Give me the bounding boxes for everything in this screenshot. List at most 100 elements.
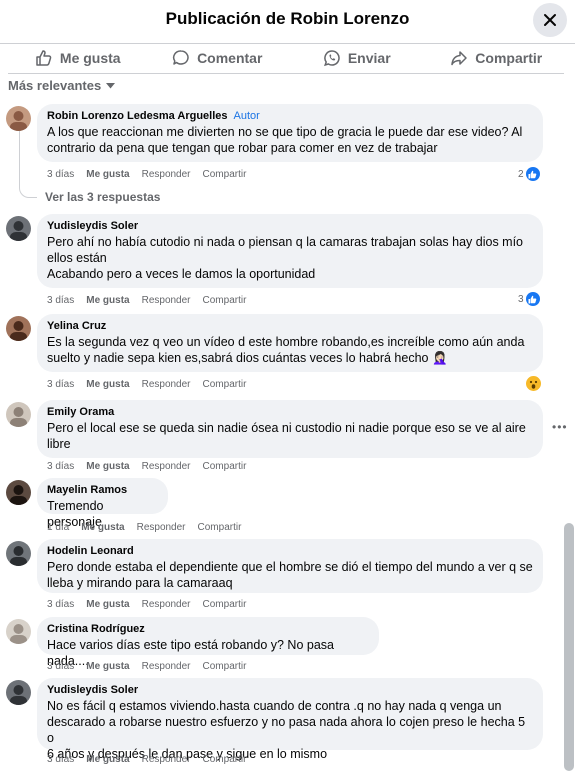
comment-text-line: Pero ahí no había cutodio ni nada o pien… bbox=[47, 235, 524, 249]
comment-author[interactable]: Robin Lorenzo Ledesma Arguelles Autor bbox=[47, 109, 533, 124]
comment-text-line: ellos están bbox=[47, 251, 107, 265]
comment-share-button[interactable]: Compartir bbox=[203, 295, 247, 306]
comment-text-line: libre bbox=[47, 437, 71, 451]
comment-author[interactable]: Yelina Cruz bbox=[47, 319, 533, 334]
view-replies-link[interactable]: Ver las 3 respuestas bbox=[45, 190, 160, 204]
wow-reaction-icon bbox=[526, 376, 541, 391]
caret-down-icon bbox=[106, 82, 116, 88]
avatar[interactable] bbox=[6, 316, 31, 341]
comment-like-button[interactable]: Me gusta bbox=[86, 754, 129, 765]
like-reaction-icon bbox=[525, 292, 540, 306]
comment-like-button[interactable]: Me gusta bbox=[86, 461, 129, 472]
reaction-count[interactable]: 3 bbox=[518, 292, 540, 306]
close-icon bbox=[544, 14, 556, 26]
actions-divider bbox=[8, 73, 564, 74]
comment-share-button[interactable]: Compartir bbox=[203, 599, 247, 610]
close-button[interactable] bbox=[533, 3, 567, 37]
comment-bubble: Emily Orama Pero el local ese se queda s… bbox=[37, 400, 543, 458]
comment-reply-button[interactable]: Responder bbox=[142, 461, 191, 472]
comment-like-button[interactable]: Me gusta bbox=[86, 599, 129, 610]
avatar[interactable] bbox=[6, 680, 31, 705]
comment-meta: 3 días Me gusta Responder Compartir bbox=[47, 461, 246, 472]
comment-time[interactable]: 3 días bbox=[47, 599, 74, 610]
comment-share-button[interactable]: Compartir bbox=[198, 522, 242, 533]
share-button-label: Compartir bbox=[475, 50, 543, 66]
comment-author[interactable]: Emily Orama bbox=[47, 405, 533, 420]
comment-text-line: Es la segunda vez q veo un vídeo d este … bbox=[47, 335, 525, 349]
like-button[interactable]: Me gusta bbox=[8, 44, 148, 72]
avatar[interactable] bbox=[6, 541, 31, 566]
comment-icon bbox=[173, 50, 189, 65]
comment-reply-button[interactable]: Responder bbox=[142, 379, 191, 390]
avatar[interactable] bbox=[6, 402, 31, 427]
comment-like-button[interactable]: Me gusta bbox=[86, 379, 129, 390]
scrollbar-thumb[interactable] bbox=[564, 523, 574, 771]
like-button-label: Me gusta bbox=[59, 50, 121, 66]
comment-share-button[interactable]: Compartir bbox=[203, 169, 247, 180]
thumbs-up-icon bbox=[36, 50, 52, 66]
comment-share-button[interactable]: Compartir bbox=[203, 379, 247, 390]
comment-share-button[interactable]: Compartir bbox=[203, 754, 247, 765]
comment-time[interactable]: 3 días bbox=[47, 295, 74, 306]
comment-meta: 1 día Me gusta Responder Compartir bbox=[47, 522, 241, 533]
comment-bubble: Yelina Cruz Es la segunda vez q veo un v… bbox=[37, 314, 543, 372]
share-icon bbox=[451, 51, 468, 66]
comment-meta: 3 días Me gusta Responder Compartir bbox=[47, 379, 246, 390]
comment-bubble: Mayelin Ramos Tremendo personaje bbox=[37, 478, 168, 529]
author-badge: Autor bbox=[233, 110, 260, 122]
comment-time[interactable]: 1 día bbox=[47, 522, 69, 533]
comment-text-line: lleba y mirando para la camaraaq bbox=[47, 576, 233, 590]
send-button-label: Enviar bbox=[347, 50, 391, 66]
dialog-title: Publicación de Robin Lorenzo bbox=[165, 9, 410, 28]
comment-meta: 3 días Me gusta Responder Compartir bbox=[47, 754, 246, 765]
avatar[interactable] bbox=[6, 106, 31, 131]
comment-like-button[interactable]: Me gusta bbox=[86, 169, 129, 180]
comment-author[interactable]: Yudisleydis Soler bbox=[47, 219, 533, 234]
comment-text-line: suelto y nadie sepa kien es,sabrá dios c… bbox=[47, 351, 448, 365]
comment-bubble: Yudisleydis Soler No es fácil q estamos … bbox=[37, 678, 543, 761]
comment-share-button[interactable]: Compartir bbox=[203, 661, 247, 672]
comment-time[interactable]: 3 días bbox=[47, 169, 74, 180]
reaction-count[interactable] bbox=[526, 376, 541, 391]
send-button[interactable]: Enviar bbox=[287, 44, 427, 72]
comment-like-button[interactable]: Me gusta bbox=[86, 295, 129, 306]
comment-time[interactable]: 3 días bbox=[47, 754, 74, 765]
dialog-header: Publicación de Robin Lorenzo bbox=[0, 0, 575, 40]
share-button[interactable]: Compartir bbox=[427, 44, 567, 72]
avatar[interactable] bbox=[6, 619, 31, 644]
avatar[interactable] bbox=[6, 480, 31, 505]
avatar[interactable] bbox=[6, 216, 31, 241]
more-options-icon[interactable]: ••• bbox=[552, 420, 568, 434]
comment-reply-button[interactable]: Responder bbox=[142, 169, 191, 180]
comment-like-button[interactable]: Me gusta bbox=[86, 661, 129, 672]
comment-author[interactable]: Mayelin Ramos bbox=[47, 483, 158, 498]
comment-bubble: Robin Lorenzo Ledesma Arguelles Autor A l… bbox=[37, 104, 543, 162]
comment-text-line: No es fácil q estamos viviendo.hasta cua… bbox=[47, 699, 502, 713]
comment-button[interactable]: Comentar bbox=[148, 44, 288, 72]
reaction-count-value: 3 bbox=[518, 293, 524, 305]
comment-text-line: Acabando pero a veces le damos la oportu… bbox=[47, 267, 316, 281]
comment-reply-button[interactable]: Responder bbox=[142, 661, 191, 672]
comment-author[interactable]: Yudisleydis Soler bbox=[47, 683, 533, 698]
comment-reply-button[interactable]: Responder bbox=[142, 754, 191, 765]
comment-reply-button[interactable]: Responder bbox=[142, 599, 191, 610]
comment-meta: 3 días Me gusta Responder Compartir bbox=[47, 169, 246, 180]
comment-meta: 3 días Me gusta Responder Compartir bbox=[47, 599, 246, 610]
whatsapp-icon bbox=[323, 50, 340, 67]
comment-button-label: Comentar bbox=[197, 50, 263, 66]
reaction-count[interactable]: 2 bbox=[518, 167, 540, 181]
comment-time[interactable]: 3 días bbox=[47, 661, 74, 672]
comment-like-button[interactable]: Me gusta bbox=[81, 522, 124, 533]
comment-author[interactable]: Cristina Rodríguez bbox=[47, 622, 369, 637]
comment-reply-button[interactable]: Responder bbox=[142, 295, 191, 306]
comment-author[interactable]: Hodelin Leonard bbox=[47, 544, 533, 559]
comment-time[interactable]: 3 días bbox=[47, 379, 74, 390]
comment-time[interactable]: 3 días bbox=[47, 461, 74, 472]
sort-dropdown[interactable]: Más relevantes bbox=[8, 78, 116, 93]
comment-text-line: A los que reaccionan me divierten no se … bbox=[47, 125, 523, 139]
comment-meta: 3 días Me gusta Responder Compartir bbox=[47, 661, 246, 672]
comment-share-button[interactable]: Compartir bbox=[203, 461, 247, 472]
comment-reply-button[interactable]: Responder bbox=[137, 522, 186, 533]
comment-text-line: descarado a robarse nuestro esfuerzo y n… bbox=[47, 715, 526, 745]
comment-meta: 3 días Me gusta Responder Compartir bbox=[47, 295, 246, 306]
